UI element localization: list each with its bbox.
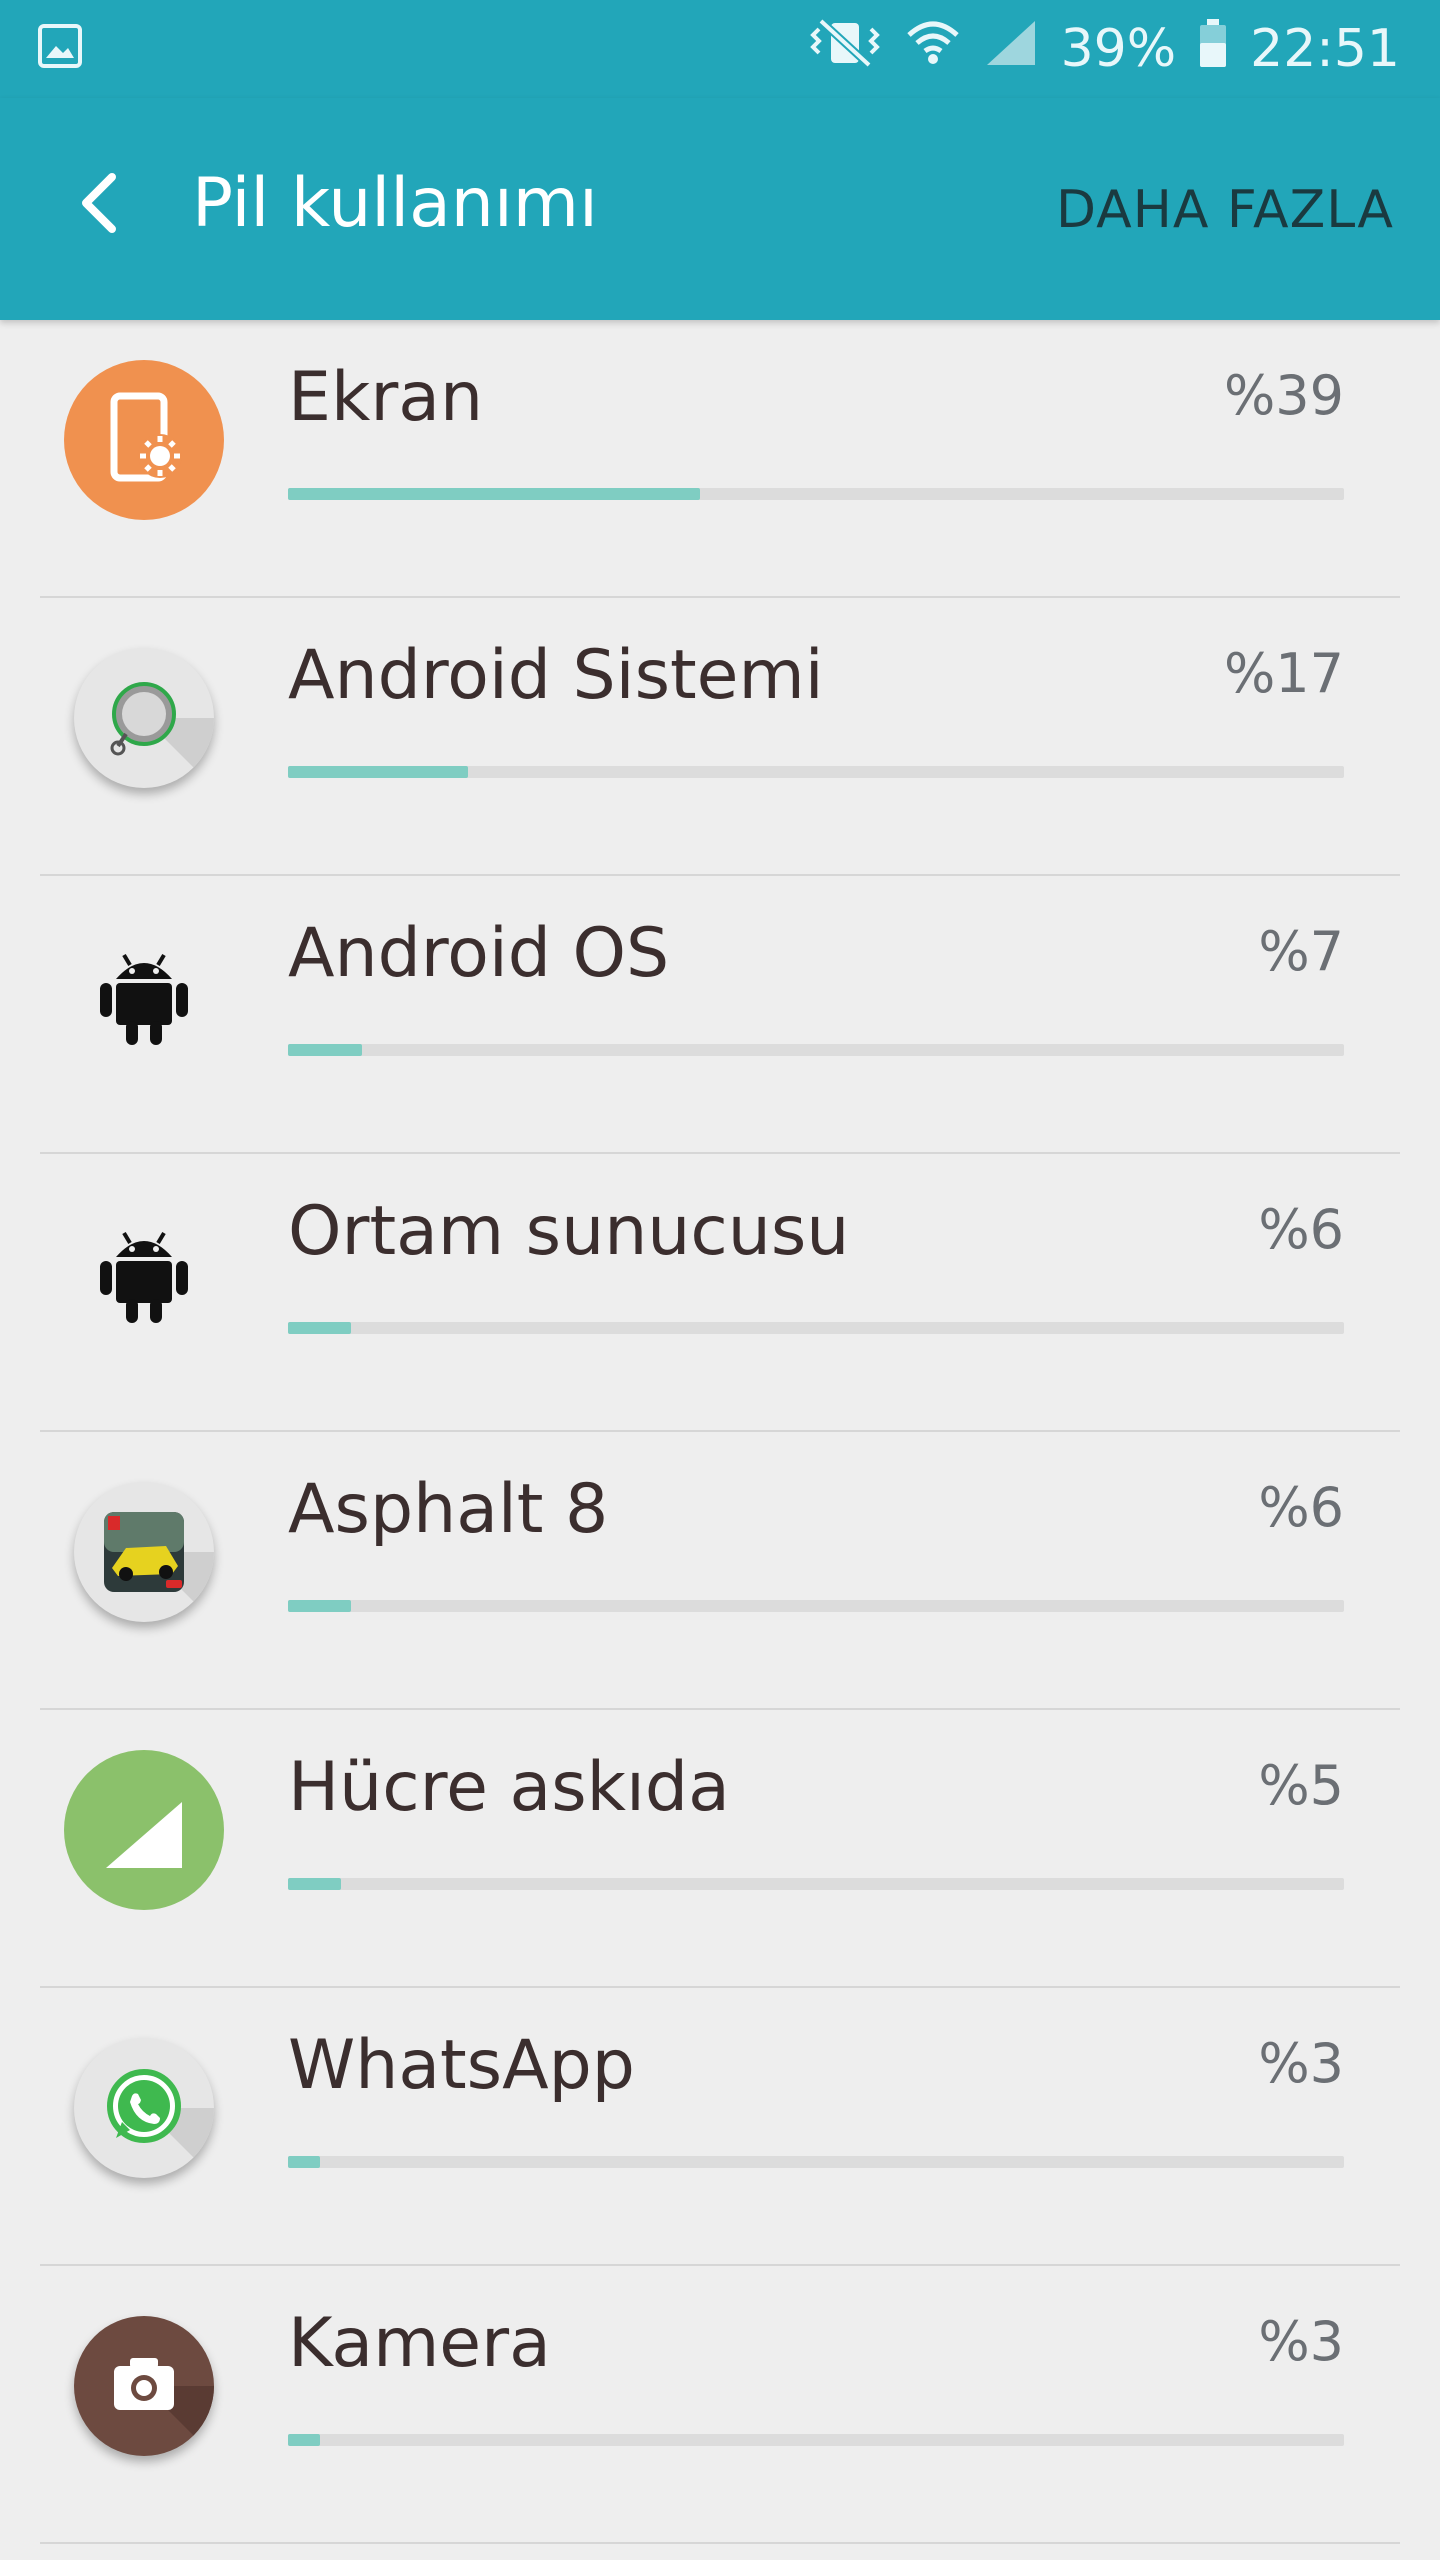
usage-bar-fill: [288, 1878, 341, 1890]
clock: 22:51: [1250, 19, 1400, 79]
app-bar: Pil kullanımı DAHA FAZLA: [0, 98, 1440, 320]
list-item[interactable]: Ortam sunucusu %6: [0, 1154, 1440, 1432]
item-name: Android OS: [288, 914, 670, 993]
usage-bar: [288, 1878, 1344, 1890]
usage-bar: [288, 2156, 1344, 2168]
gallery-notification-icon: [36, 22, 84, 70]
camera-icon: [74, 2316, 214, 2456]
divider: [40, 2542, 1400, 2544]
battery-percent: 39%: [1060, 19, 1177, 79]
usage-bar-fill: [288, 2156, 320, 2168]
item-name: Ortam sunucusu: [288, 1192, 850, 1271]
list-item[interactable]: WhatsApp %3: [0, 1988, 1440, 2266]
usage-bar-fill: [288, 1322, 352, 1334]
item-name: Android Sistemi: [288, 636, 824, 715]
item-percent: %6: [1258, 1198, 1344, 1261]
back-arrow-icon: [82, 173, 116, 233]
item-name: Kamera: [288, 2304, 551, 2383]
item-percent: %6: [1258, 1476, 1344, 1539]
item-percent: %7: [1258, 920, 1344, 983]
android-robot-icon: [64, 1194, 224, 1354]
usage-bar: [288, 488, 1344, 500]
usage-bar: [288, 2434, 1344, 2446]
list-item[interactable]: Android Sistemi %17: [0, 598, 1440, 876]
page-title: Pil kullanımı: [192, 164, 598, 243]
wifi-icon: [905, 17, 961, 82]
vibrate-mute-icon: [807, 17, 883, 82]
list-item[interactable]: Asphalt 8 %6: [0, 1432, 1440, 1710]
asphalt-8-app-icon: [74, 1482, 214, 1622]
item-name: Asphalt 8: [288, 1470, 609, 1549]
item-percent: %5: [1258, 1754, 1344, 1817]
item-name: WhatsApp: [288, 2026, 635, 2105]
battery-usage-list: Ekran %39 Android Sistemi %17 Android OS…: [0, 320, 1440, 2544]
usage-bar: [288, 1600, 1344, 1612]
android-robot-icon: [64, 916, 224, 1076]
list-item[interactable]: Ekran %39: [0, 320, 1440, 598]
android-system-icon: [74, 648, 214, 788]
cell-signal-icon: [64, 1750, 224, 1910]
item-percent: %39: [1223, 364, 1344, 427]
item-percent: %3: [1258, 2032, 1344, 2095]
usage-bar-fill: [288, 1044, 362, 1056]
usage-bar-fill: [288, 2434, 320, 2446]
usage-bar-fill: [288, 1600, 352, 1612]
screen-brightness-icon: [64, 360, 224, 520]
usage-bar-fill: [288, 766, 468, 778]
item-percent: %17: [1223, 642, 1344, 705]
item-name: Ekran: [288, 358, 484, 437]
usage-bar: [288, 1322, 1344, 1334]
status-bar: 39% 22:51: [0, 0, 1440, 98]
item-percent: %3: [1258, 2310, 1344, 2373]
back-button[interactable]: [58, 158, 138, 248]
battery-icon: [1198, 17, 1228, 82]
list-item[interactable]: Hücre askıda %5: [0, 1710, 1440, 1988]
item-name: Hücre askıda: [288, 1748, 730, 1827]
usage-bar: [288, 766, 1344, 778]
list-item[interactable]: Kamera %3: [0, 2266, 1440, 2544]
cell-signal-status-icon: [983, 17, 1039, 82]
more-button[interactable]: DAHA FAZLA: [1056, 180, 1394, 240]
usage-bar-fill: [288, 488, 700, 500]
list-item[interactable]: Android OS %7: [0, 876, 1440, 1154]
whatsapp-icon: [74, 2038, 214, 2178]
usage-bar: [288, 1044, 1344, 1056]
